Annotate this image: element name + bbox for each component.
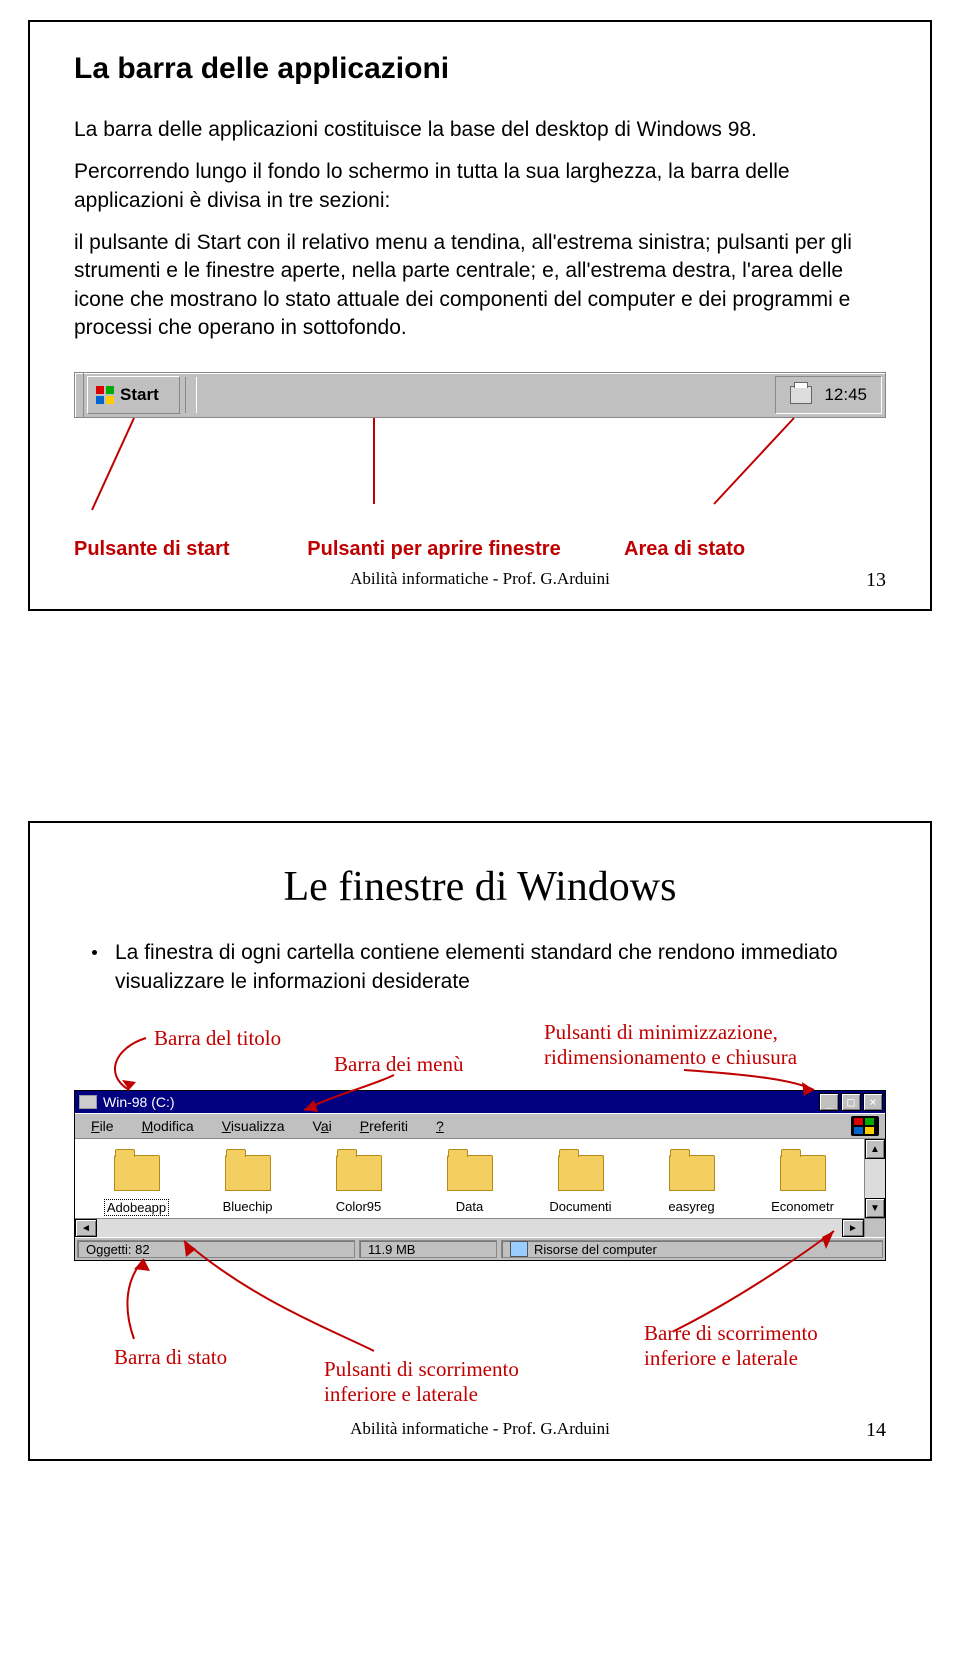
windows-flag-icon <box>96 386 114 404</box>
windows-taskbar: Start 12:45 <box>74 372 886 418</box>
folder-item[interactable]: easyreg <box>644 1155 740 1216</box>
maximize-button[interactable]: □ <box>841 1093 861 1111</box>
folder-label: Color95 <box>336 1199 382 1214</box>
folder-label: Adobeapp <box>104 1199 169 1216</box>
window-body: Adobeapp Bluechip Color95 Data Documenti <box>75 1138 885 1218</box>
callout-labels: Pulsante di start Pulsanti per aprire fi… <box>74 538 886 561</box>
footer-text: Abilità informatiche - Prof. G.Arduini <box>350 569 610 589</box>
folder-icon <box>225 1155 271 1191</box>
annotations-bottom: Barra di stato Pulsanti di scorrimento i… <box>74 1261 886 1411</box>
bullet-item: La finestra di ogni cartella contiene el… <box>74 939 886 996</box>
window-menubar: File Modifica Visualizza Vai Preferiti ? <box>75 1113 885 1138</box>
drive-icon <box>79 1095 97 1109</box>
label-statusbar: Barra di stato <box>114 1345 227 1370</box>
menu-item[interactable]: File <box>77 1118 128 1134</box>
label-scroll-bars: Barre di scorrimento inferiore e lateral… <box>644 1321 874 1371</box>
folder-item[interactable]: Documenti <box>533 1155 629 1216</box>
menu-item[interactable]: Modifica <box>128 1118 208 1134</box>
clock: 12:45 <box>824 385 867 405</box>
scroll-down-button[interactable]: ▼ <box>865 1198 885 1218</box>
callout-lines <box>74 418 886 538</box>
folder-list: Adobeapp Bluechip Color95 Data Documenti <box>75 1139 864 1218</box>
paragraph: Percorrendo lungo il fondo lo schermo in… <box>74 158 886 215</box>
explorer-window: Win-98 (C:) _ □ × File Modifica Visualiz… <box>74 1090 886 1261</box>
windows-throbber-icon <box>851 1116 879 1136</box>
scroll-track[interactable] <box>97 1219 842 1237</box>
slide-windows: Le finestre di Windows La finestra di og… <box>28 821 932 1461</box>
scroll-track[interactable] <box>865 1159 885 1198</box>
minimize-button[interactable]: _ <box>819 1093 839 1111</box>
folder-label: Bluechip <box>223 1199 273 1214</box>
close-button[interactable]: × <box>863 1093 883 1111</box>
footer-text: Abilità informatiche - Prof. G.Arduini <box>350 1419 610 1439</box>
slide-footer: Abilità informatiche - Prof. G.Arduini 1… <box>74 569 886 589</box>
scroll-left-button[interactable]: ◄ <box>75 1219 97 1237</box>
system-tray[interactable]: 12:45 <box>775 376 882 414</box>
slide-taskbar: La barra delle applicazioni La barra del… <box>28 20 932 611</box>
folder-icon <box>558 1155 604 1191</box>
annotations-top: Barra del titolo Barra dei menù Pulsanti… <box>74 1020 886 1090</box>
slide-title: Le finestre di Windows <box>74 863 886 911</box>
folder-item[interactable]: Color95 <box>311 1155 407 1216</box>
folder-label: Documenti <box>549 1199 611 1214</box>
window-titlebar[interactable]: Win-98 (C:) _ □ × <box>75 1091 885 1113</box>
bullet-dot-icon <box>92 950 97 955</box>
menu-item[interactable]: Preferiti <box>346 1118 422 1134</box>
folder-icon <box>114 1155 160 1191</box>
folder-item[interactable]: Data <box>422 1155 518 1216</box>
horizontal-scrollbar[interactable]: ◄ ► <box>75 1218 885 1237</box>
folder-icon <box>780 1155 826 1191</box>
status-location-text: Risorse del computer <box>534 1242 657 1257</box>
label-scroll-buttons: Pulsanti di scorrimento inferiore e late… <box>324 1357 554 1407</box>
slide-title: La barra delle applicazioni <box>74 52 886 86</box>
folder-label: easyreg <box>668 1199 714 1214</box>
folder-icon <box>669 1155 715 1191</box>
folder-icon <box>447 1155 493 1191</box>
menu-item[interactable]: Visualizza <box>208 1118 299 1134</box>
bullet-text: La finestra di ogni cartella contiene el… <box>115 939 886 996</box>
folder-label: Data <box>456 1199 483 1214</box>
taskbar-grip <box>75 373 84 417</box>
slide-footer: Abilità informatiche - Prof. G.Arduini 1… <box>74 1419 886 1439</box>
folder-item[interactable]: Bluechip <box>200 1155 296 1216</box>
start-button[interactable]: Start <box>87 376 180 414</box>
taskbar-middle-area <box>199 373 773 417</box>
paragraph: La barra delle applicazioni costituisce … <box>74 116 886 144</box>
printer-icon <box>790 386 812 404</box>
folder-item[interactable]: Adobeapp <box>89 1155 185 1216</box>
menu-item[interactable]: ? <box>422 1118 458 1134</box>
taskbar-separator <box>185 377 197 413</box>
window-title-text: Win-98 (C:) <box>103 1094 175 1110</box>
folder-item[interactable]: Econometr <box>755 1155 851 1216</box>
label-middle: Pulsanti per aprire finestre <box>294 538 574 561</box>
window-statusbar: Oggetti: 82 11.9 MB Risorse del computer <box>75 1237 885 1260</box>
folder-icon <box>336 1155 382 1191</box>
label-start: Pulsante di start <box>74 538 294 561</box>
status-size: 11.9 MB <box>359 1240 497 1258</box>
window-controls: _ □ × <box>819 1093 883 1111</box>
start-button-label: Start <box>120 385 159 405</box>
scroll-corner <box>864 1219 885 1237</box>
scroll-right-button[interactable]: ► <box>842 1219 864 1237</box>
computer-icon <box>510 1241 528 1257</box>
page-number: 13 <box>866 569 886 592</box>
scroll-up-button[interactable]: ▲ <box>865 1139 885 1159</box>
paragraph: il pulsante di Start con il relativo men… <box>74 229 886 342</box>
menu-item[interactable]: Vai <box>299 1118 346 1134</box>
folder-label: Econometr <box>771 1199 834 1214</box>
vertical-scrollbar[interactable]: ▲ ▼ <box>864 1139 885 1218</box>
status-objects: Oggetti: 82 <box>77 1240 355 1258</box>
page-number: 14 <box>866 1419 886 1442</box>
label-tray: Area di stato <box>624 538 886 561</box>
